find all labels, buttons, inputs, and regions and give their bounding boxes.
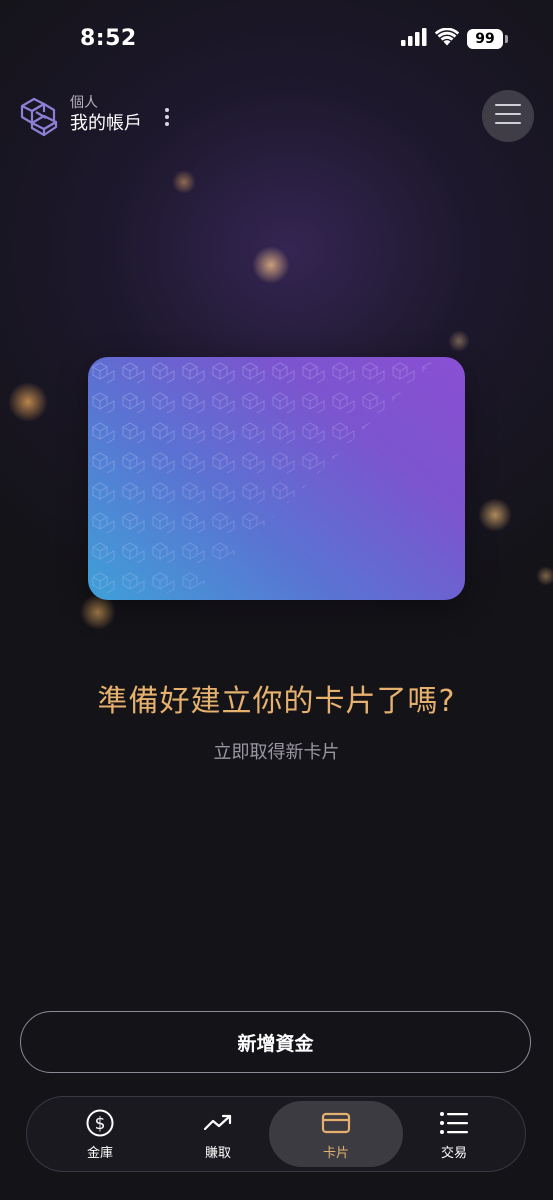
- nav-item-earn[interactable]: 賺取: [151, 1101, 285, 1167]
- battery-level: 99: [475, 31, 495, 47]
- nav-label: 交易: [440, 1146, 467, 1161]
- glow-dot: [252, 246, 290, 284]
- nav-item-transactions[interactable]: 交易: [387, 1101, 521, 1167]
- nav-label: 金庫: [86, 1146, 113, 1161]
- nav-item-vault[interactable]: $ 金庫: [33, 1101, 167, 1167]
- status-icons: 99: [401, 27, 508, 50]
- bottom-nav: $ 金庫 賺取 卡片 交易: [26, 1096, 526, 1172]
- subheadline[interactable]: 立即取得新卡片: [0, 738, 553, 764]
- menu-button[interactable]: [482, 90, 534, 142]
- more-options-icon[interactable]: [160, 106, 174, 128]
- nav-item-cards[interactable]: 卡片: [269, 1101, 403, 1167]
- app-logo-icon: [18, 92, 64, 138]
- status-time: 8:52: [80, 26, 137, 51]
- battery-icon: 99: [467, 29, 508, 49]
- account-name: 我的帳戶: [70, 113, 142, 134]
- list-icon: [438, 1107, 470, 1139]
- dollar-circle-icon: $: [84, 1107, 116, 1139]
- card-screen: 8:52 99 個人 我的帳戶 準備好建立你的卡片了嗎? 立即取得新卡片 新增資…: [0, 0, 553, 1200]
- card-icon: [320, 1107, 352, 1139]
- glow-dot: [536, 566, 553, 586]
- wifi-icon: [434, 27, 460, 50]
- account-switcher[interactable]: 個人 我的帳戶: [18, 92, 142, 138]
- nav-label: 賺取: [204, 1146, 231, 1161]
- headline: 準備好建立你的卡片了嗎?: [97, 684, 456, 719]
- glow-dot: [8, 382, 48, 422]
- account-type: 個人: [70, 95, 98, 111]
- svg-text:$: $: [95, 1114, 106, 1134]
- hamburger-icon: [495, 103, 521, 129]
- account-text: 個人 我的帳戶: [70, 94, 142, 136]
- card-preview: [88, 357, 465, 600]
- nav-label: 卡片: [322, 1146, 349, 1161]
- status-bar: 8:52 99: [0, 0, 553, 80]
- add-funds-button[interactable]: 新增資金: [20, 1011, 531, 1073]
- glow-dot: [448, 330, 470, 352]
- glow-dot: [478, 498, 512, 532]
- signal-icon: [401, 28, 427, 50]
- glow-dot: [172, 170, 196, 194]
- trending-up-icon: [202, 1107, 234, 1139]
